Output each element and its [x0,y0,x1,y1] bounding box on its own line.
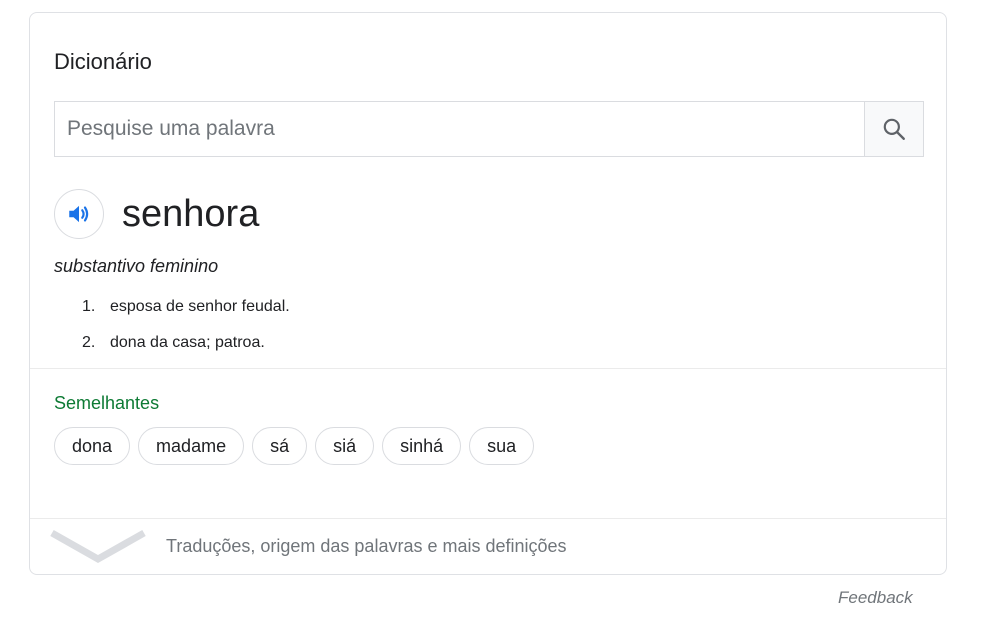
definition-number: 2. [82,334,96,351]
feedback-link[interactable]: Feedback [838,588,913,608]
definitions-list: 1. esposa de senhor feudal. 2. dona da c… [82,295,290,367]
similar-chip-sia[interactable]: siá [315,427,375,465]
part-of-speech: substantivo feminino [54,256,219,276]
pronunciation-button[interactable] [54,189,104,239]
definition-item: 2. dona da casa; patroa. [82,331,290,367]
similar-label: Semelhantes [54,393,160,413]
more-definitions-link[interactable]: Traduções, origem das palavras e mais de… [30,519,946,575]
search-icon [883,118,905,140]
similar-chip-madame[interactable]: madame [138,427,245,465]
dictionary-card: Dicionário senhora substantivo feminino … [29,12,947,575]
definition-text: esposa de senhor feudal. [110,298,290,315]
headword: senhora [122,193,260,235]
divider [30,368,946,369]
similar-chip-dona[interactable]: dona [54,427,131,465]
definition-text: dona da casa; patroa. [110,334,265,351]
headword-row: senhora [54,189,259,239]
card-title: Dicionário [54,49,152,74]
definition-item: 1. esposa de senhor feudal. [82,295,290,331]
similar-chip-sua[interactable]: sua [469,427,535,465]
speaker-icon [69,205,89,223]
definition-number: 1. [82,298,96,315]
more-definitions-text: Traduções, origem das palavras e mais de… [166,536,567,556]
search-input[interactable] [55,102,864,156]
similar-chip-sinha[interactable]: sinhá [382,427,462,465]
similar-chip-sa[interactable]: sá [252,427,308,465]
similar-chips: dona madame sá siá sinhá sua [54,427,535,465]
search-box [54,101,924,157]
search-button[interactable] [864,102,923,156]
chevron-down-icon [50,529,146,564]
